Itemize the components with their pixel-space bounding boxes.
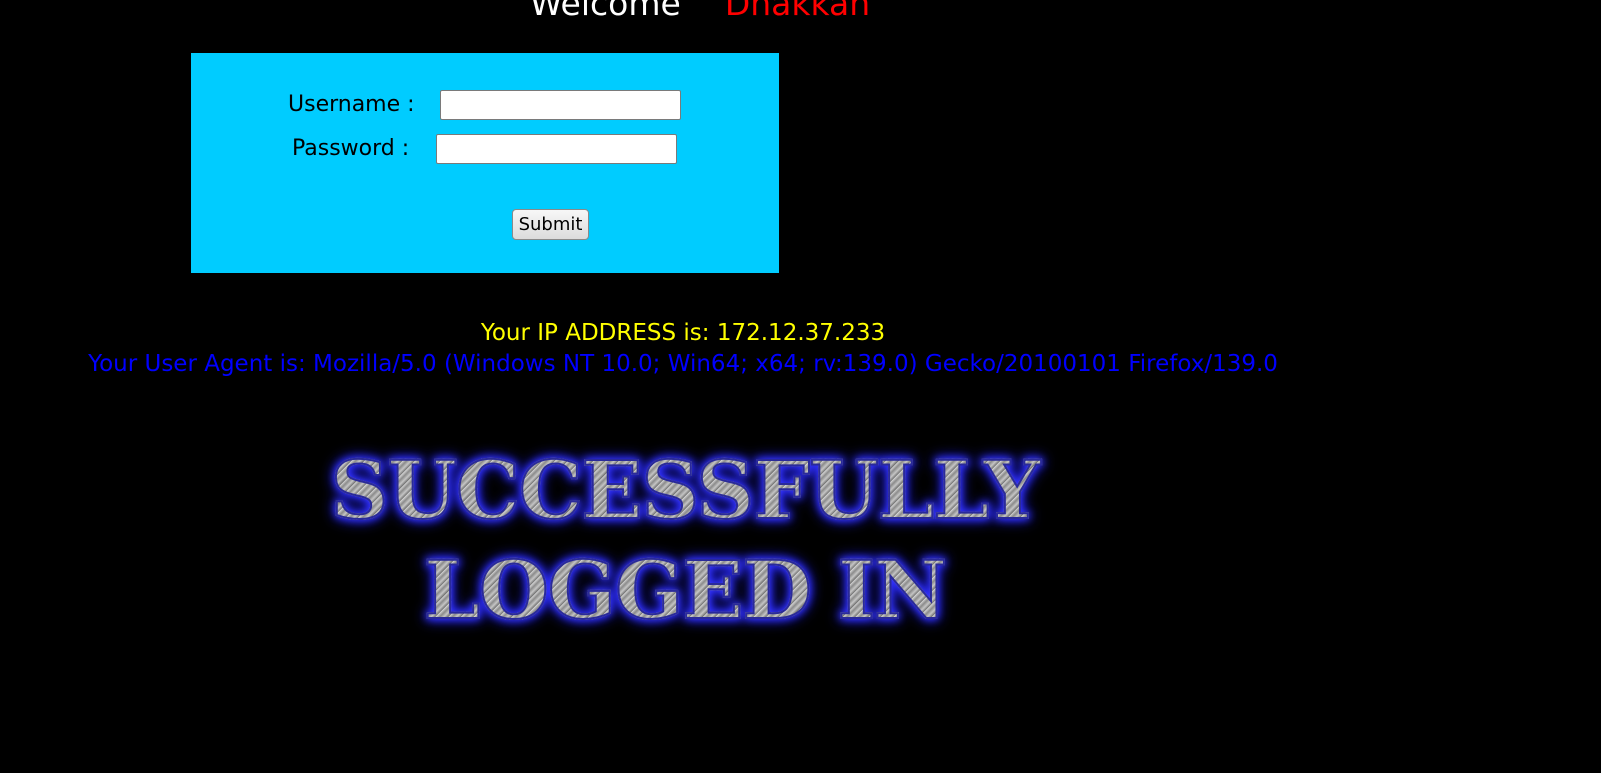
user-name: Dhakkan [724, 0, 871, 23]
success-banner-image: SUCCESSFULLY LOGGED IN [245, 440, 1125, 640]
success-banner-line-2: LOGGED IN [245, 540, 1125, 640]
password-label: Password : [292, 136, 410, 161]
success-banner-line-1: SUCCESSFULLY [245, 440, 1125, 540]
ip-address-text: Your IP ADDRESS is: 172.12.37.233 [480, 320, 886, 346]
username-input[interactable] [440, 90, 681, 120]
welcome-text: Welcome [529, 0, 681, 23]
username-label: Username : [288, 92, 415, 117]
login-form: Username : Password : Submit [191, 53, 779, 273]
page: Welcome Dhakkan Username : Password : Sub… [0, 0, 1601, 773]
user-agent-text: Your User Agent is: Mozilla/5.0 (Windows… [88, 351, 1278, 377]
welcome-heading: Welcome Dhakkan [0, 0, 1400, 24]
password-input[interactable] [436, 134, 677, 164]
submit-button[interactable]: Submit [512, 209, 589, 240]
